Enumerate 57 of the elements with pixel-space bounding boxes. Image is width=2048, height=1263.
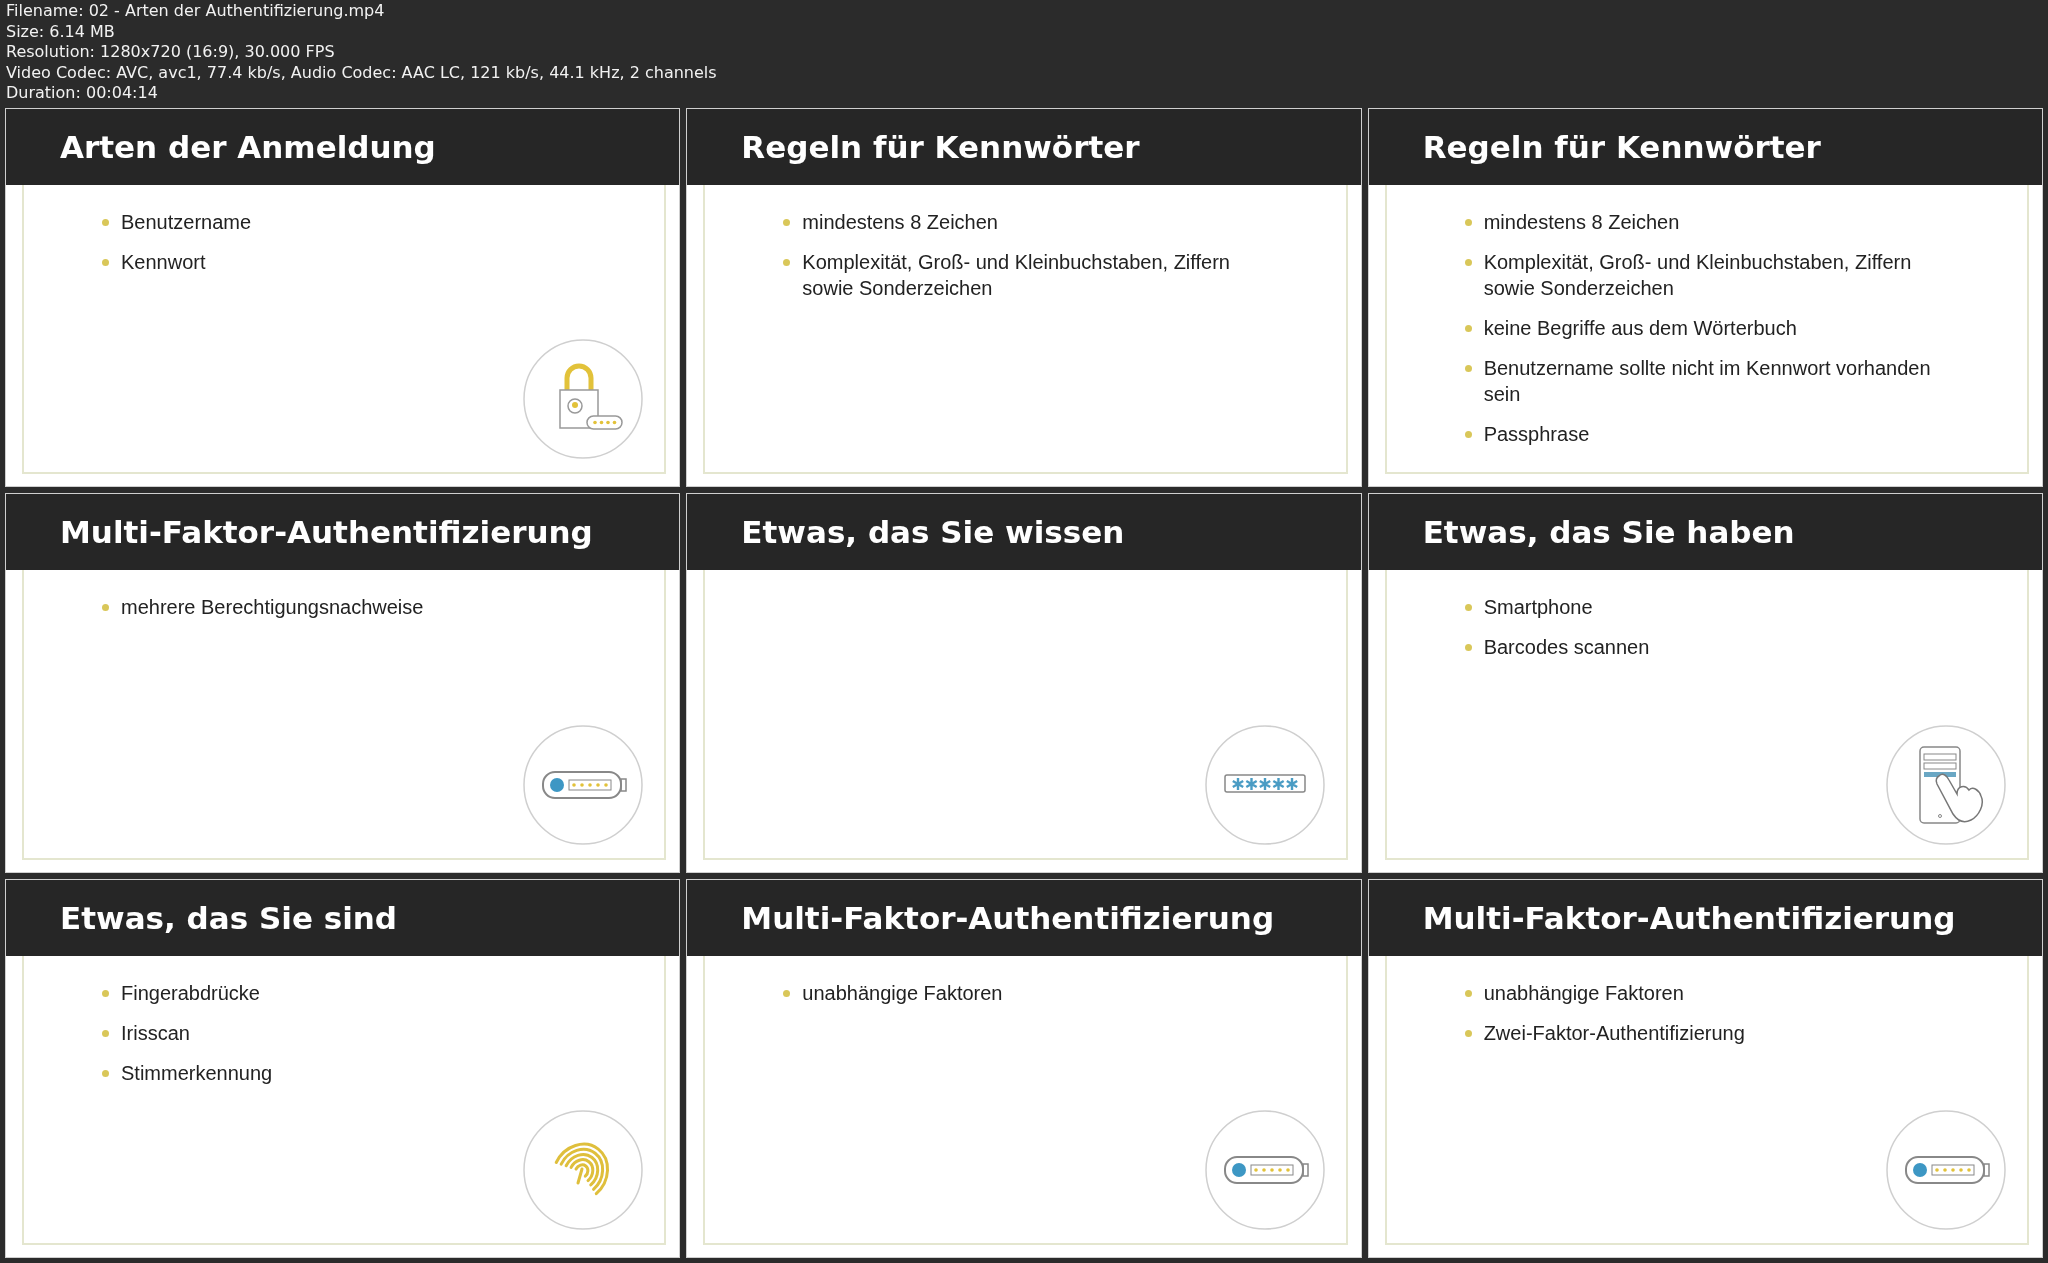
- file-info-line: Resolution: 1280x720 (16:9), 30.000 FPS: [6, 42, 336, 63]
- file-info-line: Video Codec: AVC, avc1, 77.4 kb/s, Audio Codec: AAC LC, 121 kb/s, 44.1 kHz, 2 channels: [6, 62, 718, 83]
- file-info-line: Filename: 02 - Arten der Authentifizierung.mp4: [6, 1, 386, 22]
- token-icon: [1203, 1109, 1326, 1231]
- bullet-text: Passphrase: [1483, 422, 1590, 447]
- bullet-text: Barcodes scannen: [1483, 635, 1650, 661]
- slide-title: Etwas, das Sie haben: [1368, 494, 2042, 571]
- bullet-text: Smartphone: [1483, 595, 1593, 621]
- bullet-icon: [1464, 1029, 1472, 1037]
- file-info-line: Size: 6.14 MB: [6, 21, 116, 42]
- slide-title: Arten der Anmeldung: [6, 109, 680, 185]
- bullet-text: mehrere Berechtigungsnachweise: [121, 595, 424, 621]
- bullet-icon: [1464, 989, 1472, 997]
- fingerprint-icon: [522, 1109, 645, 1231]
- bullet-icon: [102, 1069, 109, 1077]
- bullet-icon: [1464, 219, 1472, 226]
- bullet-icon: [102, 259, 109, 266]
- padlock-icon: [522, 338, 645, 461]
- phone-tap-icon: [1885, 723, 2007, 846]
- slide-title: Multi-Faktor-Authentifizierung: [687, 879, 1361, 956]
- bullet-text: Irisscan: [121, 1020, 190, 1046]
- bullet-icon: [783, 989, 791, 997]
- slide-title: Multi-Faktor-Authentifizierung: [6, 494, 680, 571]
- token-icon: [1885, 1109, 2007, 1231]
- bullet-text: unabhängige Faktoren: [1483, 980, 1684, 1006]
- password-field-icon: [1203, 723, 1326, 846]
- bullet-icon: [102, 989, 109, 997]
- bullet-icon: [1464, 365, 1472, 372]
- bullet-text: Kennwort: [121, 250, 206, 275]
- bullet-text: keine Begriffe aus dem Wörterbuch: [1483, 316, 1797, 341]
- bullet-text: Stimmerkennung: [121, 1060, 273, 1086]
- bullet-icon: [102, 604, 109, 612]
- bullet-icon: [1464, 325, 1472, 332]
- bullet-icon: [102, 219, 109, 226]
- bullet-text: mindestens 8 Zeichen: [802, 210, 998, 235]
- bullet-text: Fingerabdrücke: [121, 980, 260, 1006]
- token-icon: [522, 723, 645, 846]
- slide-title: Etwas, das Sie wissen: [687, 494, 1361, 571]
- slide-title: Multi-Faktor-Authentifizierung: [1368, 879, 2042, 956]
- slide-title: Regeln für Kennwörter: [1368, 109, 2042, 185]
- slide-title: Regeln für Kennwörter: [687, 109, 1361, 185]
- bullet-text: Zwei-Faktor-Authentifizierung: [1483, 1020, 1745, 1046]
- bullet-icon: [783, 259, 791, 266]
- bullet-icon: [1464, 604, 1472, 612]
- slide-title: Etwas, das Sie sind: [6, 879, 680, 956]
- bullet-text: Benutzername: [121, 210, 252, 235]
- bullet-icon: [102, 1029, 109, 1037]
- bullet-icon: [1464, 644, 1472, 652]
- bullet-icon: [1464, 259, 1472, 266]
- bullet-text: unabhängige Faktoren: [802, 980, 1003, 1006]
- bullet-icon: [783, 219, 791, 226]
- bullet-text: Komplexität, Groß- und Kleinbuchstaben, Ziffern sowie Sonderzeichen: [802, 250, 1231, 301]
- bullet-icon: [1464, 431, 1472, 438]
- bullet-text: Komplexität, Groß- und Kleinbuchstaben, Ziffern sowie Sonderzeichen: [1483, 250, 1913, 301]
- bullet-text: Benutzername sollte nicht im Kennwort vorhanden sein: [1483, 356, 1932, 407]
- file-info-line: Duration: 00:04:14: [6, 83, 159, 104]
- bullet-text: mindestens 8 Zeichen: [1483, 210, 1680, 235]
